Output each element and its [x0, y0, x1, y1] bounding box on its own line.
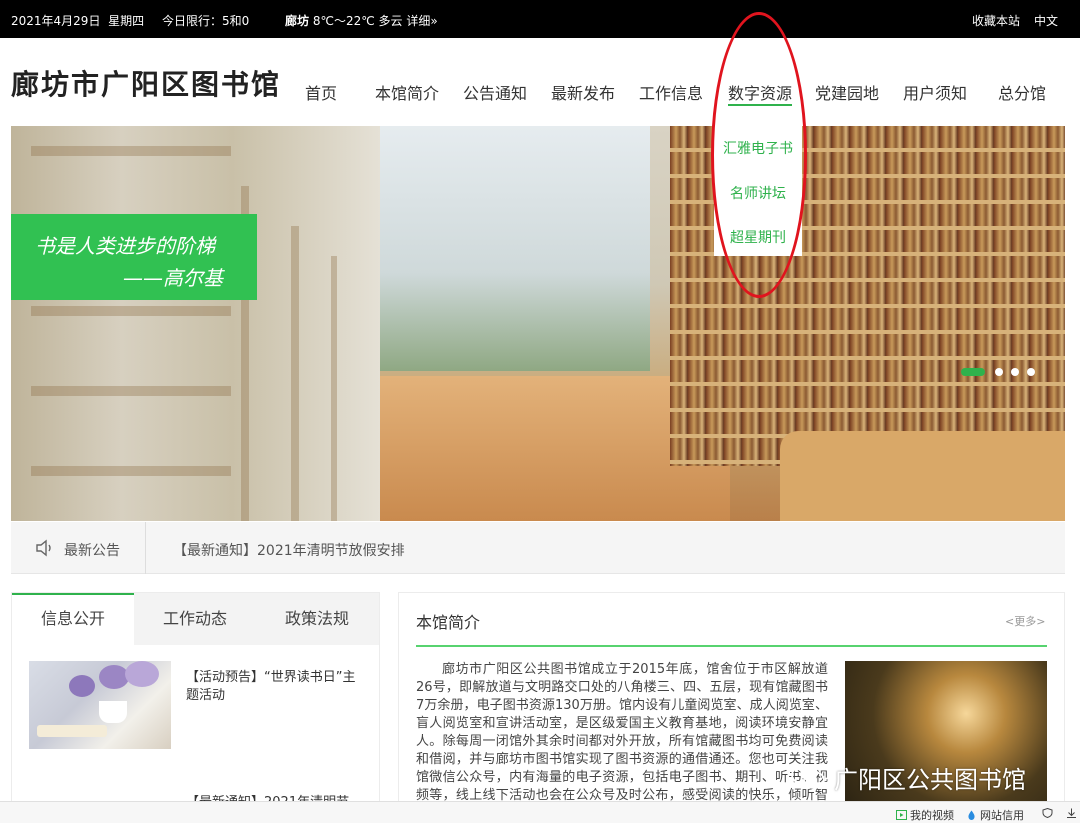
about-text: 廊坊市广阳区公共图书馆成立于2015年底，馆舍位于市区解放道26号，即解放道与文… — [416, 662, 828, 811]
drop-icon — [968, 810, 975, 820]
favorite-link[interactable]: 收藏本站 — [972, 12, 1020, 29]
nav-party-building[interactable]: 党建园地 — [815, 80, 879, 104]
quote-box: 书是人类进步的阶梯 ——高尔基 — [11, 214, 257, 300]
digital-resources-dropdown: 汇雅电子书 名师讲坛 超星期刊 — [714, 126, 802, 256]
nav-user-notice[interactable]: 用户须知 — [903, 80, 967, 104]
banner-left-image — [11, 126, 380, 521]
weather-info[interactable]: 廊坊 8℃～22℃ 多云 详细» — [285, 12, 438, 29]
carousel-dot-1[interactable] — [961, 368, 985, 376]
info-tabs: 信息公开 工作动态 政策法规 — [12, 593, 379, 645]
quote-author: ——高尔基 — [123, 266, 223, 290]
carousel-dot-2[interactable] — [995, 368, 1003, 376]
notice-divider — [145, 522, 146, 574]
my-video-button[interactable]: 我的视频 — [896, 807, 954, 823]
watermark-text: 广阳区公共图书馆 — [834, 766, 1026, 794]
video-icon — [896, 810, 907, 820]
carousel-dot-3[interactable] — [1011, 368, 1019, 376]
nav-work-info[interactable]: 工作信息 — [639, 80, 703, 104]
weather-detail-link[interactable]: 详细» — [406, 14, 437, 28]
nav-home[interactable]: 首页 — [305, 80, 337, 104]
shield-icon[interactable] — [1042, 807, 1056, 820]
tab-info-public[interactable]: 信息公开 — [12, 593, 134, 645]
nav-about[interactable]: 本馆简介 — [375, 80, 439, 104]
tab-work-news[interactable]: 工作动态 — [134, 593, 256, 645]
tab-policies[interactable]: 政策法规 — [256, 593, 378, 645]
top-bar: 2021年4月29日 星期四 今日限行：5和0 廊坊 8℃～22℃ 多云 详细»… — [0, 0, 1080, 38]
info-panel: 信息公开 工作动态 政策法规 【活动预告】“世界读书日”主题活动 【最新通知】2… — [11, 592, 380, 823]
quote-text: 书是人类进步的阶梯 — [35, 234, 215, 258]
speaker-icon — [36, 539, 51, 557]
language-link[interactable]: 中文 — [1034, 12, 1058, 29]
nav-announcements[interactable]: 公告通知 — [463, 80, 527, 104]
date-text: 2021年4月29日 星期四 — [11, 14, 145, 28]
wechat-icon — [791, 765, 825, 789]
carousel-dot-4[interactable] — [1027, 368, 1035, 376]
active-nav-underline — [728, 104, 792, 106]
site-title[interactable]: 廊坊市广阳区图书馆 — [11, 63, 281, 103]
about-divider — [416, 645, 1047, 647]
hero-banner[interactable]: 书是人类进步的阶梯 ——高尔基 — [11, 126, 1065, 521]
site-credit-button[interactable]: 网站信用 — [966, 807, 1024, 823]
nav-latest[interactable]: 最新发布 — [551, 80, 615, 104]
news-thumbnail[interactable] — [29, 661, 171, 749]
nav-branches[interactable]: 总分馆 — [998, 80, 1046, 104]
more-link[interactable]: <更多> — [1005, 613, 1045, 629]
traffic-restriction: 今日限行：5和0 — [162, 14, 250, 28]
dropdown-item-journals[interactable]: 超星期刊 — [714, 227, 802, 247]
dropdown-item-lectures[interactable]: 名师讲坛 — [714, 183, 802, 203]
about-heading: 本馆简介 — [416, 613, 481, 632]
dropdown-item-ebooks[interactable]: 汇雅电子书 — [714, 138, 802, 158]
notice-label: 最新公告 — [64, 543, 120, 559]
browser-status-bar: 我的视频 网站信用 — [0, 801, 1080, 823]
nav-digital-resources[interactable]: 数字资源 — [728, 80, 792, 104]
download-icon[interactable] — [1066, 807, 1080, 820]
notice-link[interactable]: 【最新通知】2021年清明节放假安排 — [173, 540, 405, 560]
news-item-title[interactable]: 【活动预告】“世界读书日”主题活动 — [186, 669, 356, 705]
notice-bar: 最新公告 【最新通知】2021年清明节放假安排 — [11, 522, 1065, 574]
